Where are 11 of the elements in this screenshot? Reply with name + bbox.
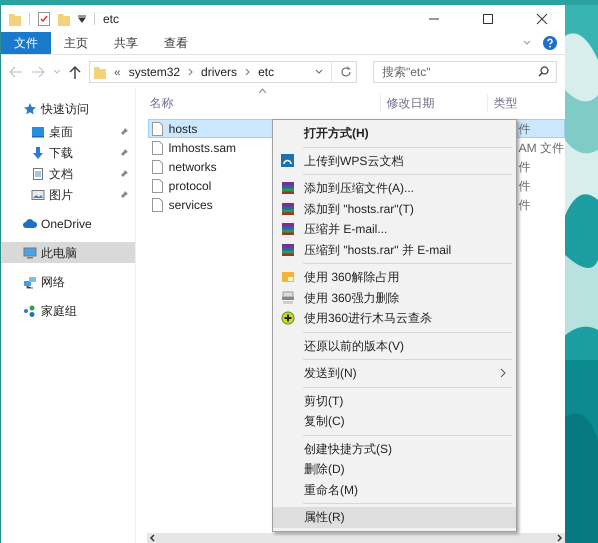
- file-name: lmhosts.sam: [168, 140, 236, 156]
- file-name: networks: [168, 158, 217, 176]
- file-name: hosts: [168, 120, 198, 138]
- file-type: AM 文件: [518, 140, 564, 156]
- window-title: etc: [103, 10, 120, 28]
- file-name: protocol: [168, 178, 212, 194]
- file-type: 件: [518, 120, 531, 138]
- file-type: 件: [518, 196, 531, 214]
- file-type: 件: [518, 178, 531, 194]
- file-type: 件: [518, 158, 531, 176]
- file-name: services: [168, 196, 213, 214]
